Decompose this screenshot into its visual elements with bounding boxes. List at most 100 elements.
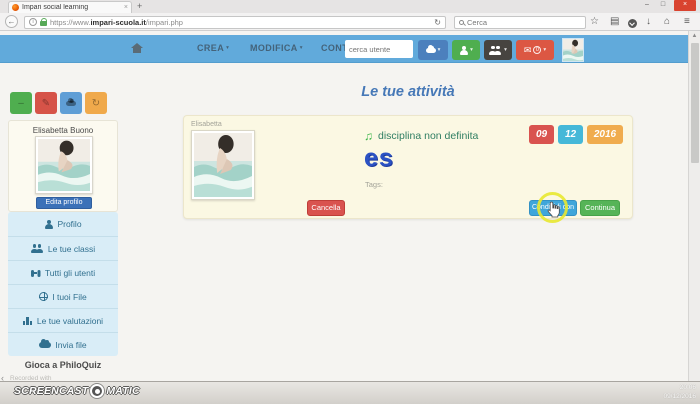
sidebar-item-label: Le tue classi [48,244,95,254]
browser-search-box[interactable] [454,16,586,29]
back-button[interactable]: ← [5,15,18,28]
groups-menu-button[interactable]: ▾ [484,40,512,60]
pocket-icon[interactable] [628,19,637,28]
cloud-menu-button[interactable]: ▾ [418,40,448,60]
url-text: https://www.impari-scuola.it/impari.php [50,18,431,27]
user-name: Elisabetta Buono [9,126,117,135]
scrollbar-thumb[interactable] [691,43,699,163]
sidebar-item-profilo[interactable]: Profilo [8,212,118,236]
library-icon[interactable]: ▤ [610,17,619,27]
url-bar[interactable]: i https://www.impari-scuola.it/impari.ph… [24,16,446,29]
sidebar-item-invia-file[interactable]: Invia file [8,332,118,356]
clock-date[interactable]: 09/12/2016 [646,393,696,400]
profile-menu-button[interactable]: ▾ [452,40,480,60]
scroll-up-icon[interactable]: ▲ [689,33,700,39]
user-search-input[interactable] [349,45,409,54]
mouse-cursor [547,201,560,223]
bar-chart-icon [23,316,33,325]
profile-photo [35,136,93,194]
content-logo: es [364,146,394,171]
messages-menu-button[interactable]: ✉0▾ [516,40,554,60]
binoculars-icon [31,269,41,277]
watermark-text-right: MATIC [106,385,139,397]
chevron-down-icon: ▾ [226,45,229,51]
user-icon [44,220,53,229]
search-icon [459,20,464,25]
hamburger-menu-icon[interactable]: ≡ [684,17,690,27]
browser-search-input[interactable] [467,18,581,27]
bookmark-star-icon[interactable]: ☆ [590,17,599,27]
header-avatar[interactable] [562,38,584,62]
music-note-icon: ♫ [364,130,373,142]
watermark-text-left: SCREENCAST [14,385,88,397]
tab-title: Impari social learning [22,4,121,11]
envelope-icon: ✉ [524,46,532,55]
sidebar-item-classi[interactable]: Le tue classi [8,236,118,260]
activity-author: Elisabetta [191,121,222,128]
clock-time[interactable]: 20:06 [656,384,696,391]
refresh-icon: ↻ [92,98,100,109]
chevron-down-icon: ▾ [470,47,473,53]
sidebar-action-cloud-button[interactable] [60,92,82,114]
window-restore-button[interactable]: □ [656,0,670,11]
users-icon [489,46,502,55]
https-lock-icon [40,21,47,26]
browser-home-icon[interactable]: ⌂ [664,17,670,27]
url-path: /impari.php [146,18,183,27]
sidebar-action-edit-button[interactable]: ✎ [35,92,57,114]
philoquiz-link[interactable]: Gioca a PhiloQuiz [8,360,118,370]
user-search-box[interactable] [345,40,413,58]
nav-menu-crea[interactable]: CREA▾ [197,43,229,53]
nav-label: CREA [197,43,224,53]
sidebar-item-utenti[interactable]: Tutti gli utenti [8,260,118,284]
discipline-label: disciplina non definita [378,130,478,142]
tags-label: Tags: [365,180,383,189]
browser-tab-strip: Impari social learning × + – □ × [0,0,700,13]
new-tab-button[interactable]: + [137,2,142,11]
sidebar-menu: Profilo Le tue classi Tutti gli utenti I… [8,212,118,356]
cloud-icon [426,48,436,53]
profile-card: Elisabetta Buono Edita profilo [8,120,118,212]
sidebar-item-label: Le tue valutazioni [37,316,103,326]
sidebar-item-valutazioni[interactable]: Le tue valutazioni [8,308,118,332]
cancel-button[interactable]: Cancella [307,200,345,216]
sidebar-action-green-button[interactable]: – [10,92,32,114]
edit-profile-button[interactable]: Edita profilo [36,197,92,209]
page-scrollbar[interactable]: ▲ [688,31,700,381]
url-domain: impari-scuola.it [90,18,145,27]
globe-icon [39,292,48,301]
nav-menu-modifica[interactable]: MODIFICA▾ [250,43,303,53]
user-icon [459,46,468,55]
browser-toolbar: ← i https://www.impari-scuola.it/impari.… [0,13,700,31]
download-icon[interactable]: ↓ [646,17,651,27]
continue-button[interactable]: Continua [580,200,620,216]
nav-home-icon[interactable] [131,43,143,54]
reload-icon[interactable]: ↻ [434,18,441,27]
minus-icon: – [18,98,24,109]
window-minimize-button[interactable]: – [640,0,654,11]
chevron-down-icon: ▾ [543,47,546,53]
screen: Impari social learning × + – □ × ← i htt… [0,0,700,404]
message-count-badge: 0 [533,46,541,54]
date-month-badge: 12 [558,125,583,144]
date-year-badge: 2016 [587,125,623,144]
site-info-icon[interactable]: i [29,18,37,26]
page-title: Le tue attività [183,84,633,100]
chevron-down-icon: ▾ [504,47,507,53]
browser-tab[interactable]: Impari social learning × [8,1,132,13]
sidebar-item-label: Invia file [55,340,86,350]
nav-label: MODIFICA [250,43,298,53]
activity-discipline-row: ♫ disciplina non definita [364,130,478,142]
tab-close-icon[interactable]: × [124,4,128,11]
date-day-badge: 09 [529,125,554,144]
chevron-down-icon: ▾ [300,45,303,51]
sidebar-item-label: I tuoi File [52,292,87,302]
firefox-favicon-icon [12,4,19,11]
watermark-logo-icon [90,384,104,398]
sidebar-item-file[interactable]: I tuoi File [8,284,118,308]
window-close-button[interactable]: × [674,0,696,11]
sidebar-item-label: Tutti gli utenti [45,268,95,278]
site-navbar: CREA▾ MODIFICA▾ CONTENUTI▾ ▾ ▾ ▾ ✉0▾ [0,35,688,63]
sidebar-action-refresh-button[interactable]: ↻ [85,92,107,114]
activity-thumbnail[interactable] [191,130,255,200]
